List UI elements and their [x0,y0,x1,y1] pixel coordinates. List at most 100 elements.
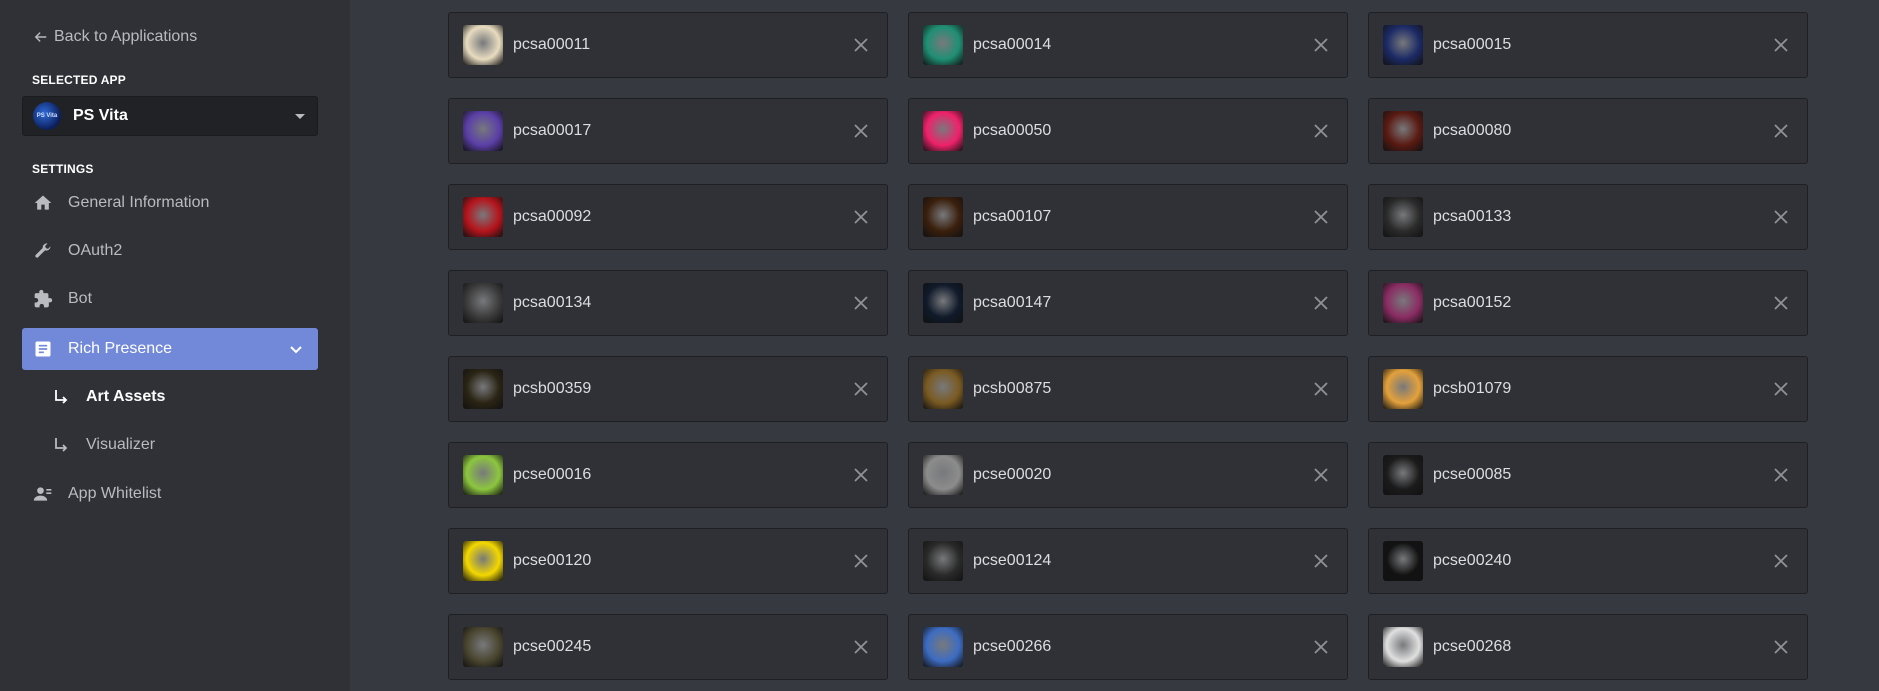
asset-name: pcse00266 [973,638,1052,655]
close-icon [854,554,868,568]
asset-name: pcse00268 [1433,638,1512,655]
asset-name: pcsa00107 [973,208,1052,225]
remove-asset-button[interactable] [1309,463,1333,487]
remove-asset-button[interactable] [849,549,873,573]
asset-name: pcse00124 [973,552,1052,569]
asset-card: pcsa00134 [448,270,888,336]
remove-asset-button[interactable] [849,33,873,57]
remove-asset-button[interactable] [849,377,873,401]
back-label: Back to Applications [54,28,198,45]
nav-bot[interactable]: Bot [22,278,318,320]
asset-name: pcse00120 [513,552,592,569]
sub-nav-art-assets[interactable]: Art Assets [50,377,318,417]
remove-asset-button[interactable] [1309,291,1333,315]
asset-card: pcse00240 [1368,528,1808,594]
asset-name: pcsa00011 [513,36,591,53]
asset-thumbnail [463,111,503,151]
remove-asset-button[interactable] [1309,33,1333,57]
nav-general-information[interactable]: General Information [22,182,318,224]
settings-heading: SETTINGS [32,162,94,176]
remove-asset-button[interactable] [1769,205,1793,229]
remove-asset-button[interactable] [1769,291,1793,315]
close-icon [854,210,868,224]
remove-asset-button[interactable] [1309,635,1333,659]
asset-thumbnail [463,627,503,667]
remove-asset-button[interactable] [1769,33,1793,57]
asset-thumbnail [1383,455,1423,495]
close-icon [1314,640,1328,654]
asset-card: pcsa00107 [908,184,1348,250]
asset-thumbnail [463,369,503,409]
back-to-applications-link[interactable]: Back to Applications [34,28,197,46]
asset-thumbnail [923,111,963,151]
remove-asset-button[interactable] [849,291,873,315]
nav-label: OAuth2 [68,242,123,259]
nav-oauth2[interactable]: OAuth2 [22,230,318,272]
asset-card: pcse00016 [448,442,888,508]
sub-nav-label: Visualizer [86,436,156,453]
asset-name: pcsa00015 [1433,36,1512,53]
asset-thumbnail [923,25,963,65]
asset-thumbnail [1383,197,1423,237]
nav-app-whitelist[interactable]: App Whitelist [22,473,318,515]
close-icon [1314,210,1328,224]
remove-asset-button[interactable] [1769,463,1793,487]
remove-asset-button[interactable] [1309,119,1333,143]
remove-asset-button[interactable] [1309,549,1333,573]
asset-card: pcsa00092 [448,184,888,250]
asset-name: pcsa00080 [1433,122,1512,139]
remove-asset-button[interactable] [849,635,873,659]
asset-thumbnail [463,541,503,581]
asset-name: pcse00245 [513,638,592,655]
asset-thumbnail [923,627,963,667]
nav-label: Bot [68,290,93,307]
remove-asset-button[interactable] [1769,119,1793,143]
asset-card: pcse00245 [448,614,888,680]
asset-card: pcse00268 [1368,614,1808,680]
remove-asset-button[interactable] [849,205,873,229]
asset-name: pcsb00359 [513,380,592,397]
remove-asset-button[interactable] [1769,549,1793,573]
asset-card: pcsa00080 [1368,98,1808,164]
asset-name: pcsa00092 [513,208,592,225]
arrow-left-icon [34,32,47,42]
home-icon [32,192,54,214]
asset-card: pcsa00152 [1368,270,1808,336]
close-icon [1774,554,1788,568]
close-icon [1314,124,1328,138]
remove-asset-button[interactable] [1309,377,1333,401]
sidebar: Back to Applications SELECTED APP PS Vit… [0,0,350,691]
ps-vita-app-icon: PS Vita [33,102,61,130]
asset-card: pcsb00875 [908,356,1348,422]
remove-asset-button[interactable] [1769,635,1793,659]
asset-name: pcsa00050 [973,122,1052,139]
asset-card: pcsb01079 [1368,356,1808,422]
asset-card: pcse00124 [908,528,1348,594]
document-icon [32,338,54,360]
remove-asset-button[interactable] [849,119,873,143]
close-icon [854,640,868,654]
puzzle-icon [32,288,54,310]
remove-asset-button[interactable] [1309,205,1333,229]
asset-card: pcse00085 [1368,442,1808,508]
asset-name: pcse00016 [513,466,592,483]
asset-thumbnail [1383,369,1423,409]
close-icon [1314,468,1328,482]
app-selector[interactable]: PS Vita PS Vita [22,96,318,136]
remove-asset-button[interactable] [1769,377,1793,401]
asset-name: pcsa00134 [513,294,592,311]
asset-card: pcsa00133 [1368,184,1808,250]
asset-name: pcsa00133 [1433,208,1512,225]
asset-card: pcse00266 [908,614,1348,680]
asset-thumbnail [1383,111,1423,151]
close-icon [1774,38,1788,52]
remove-asset-button[interactable] [849,463,873,487]
asset-thumbnail [923,541,963,581]
asset-thumbnail [1383,25,1423,65]
asset-card: pcsa00014 [908,12,1348,78]
selected-app-heading: SELECTED APP [32,73,126,87]
nav-rich-presence[interactable]: Rich Presence [22,328,318,370]
asset-thumbnail [923,283,963,323]
asset-thumbnail [463,25,503,65]
sub-nav-visualizer[interactable]: Visualizer [50,425,318,465]
